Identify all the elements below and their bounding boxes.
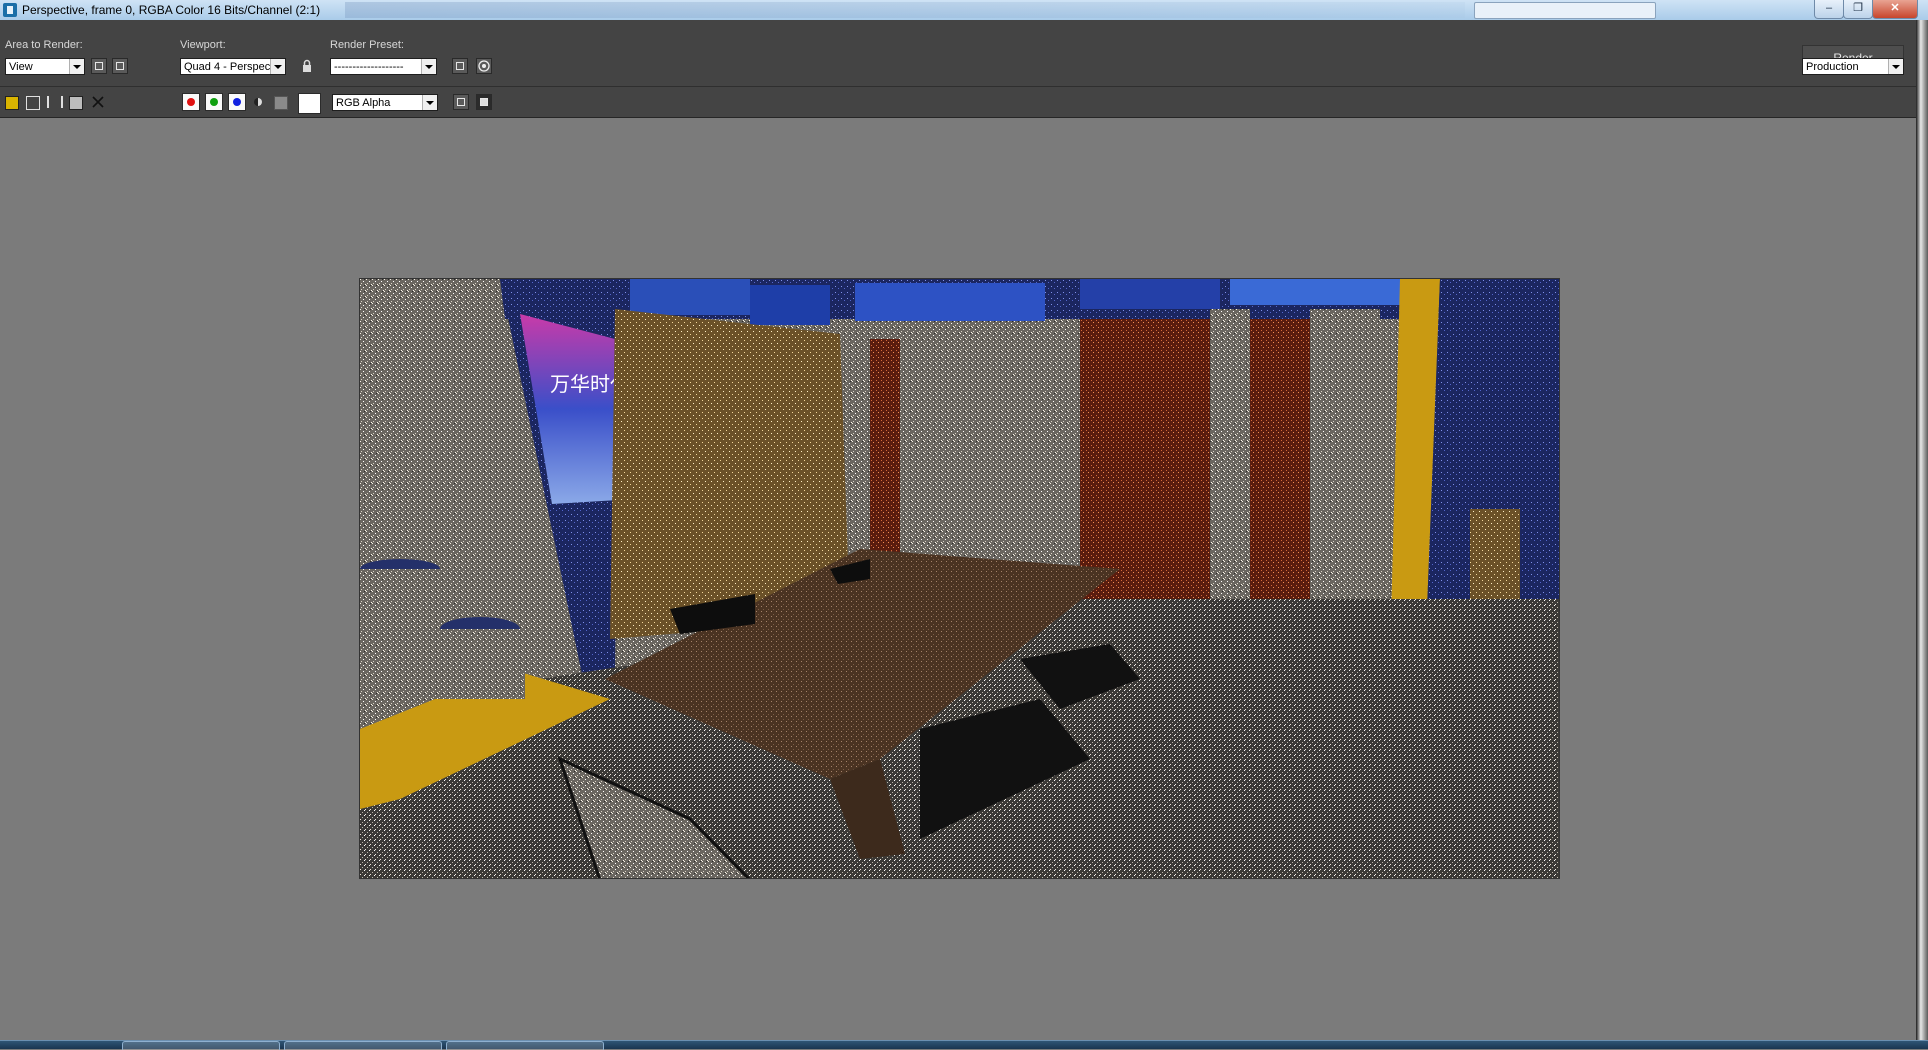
save-image-icon[interactable] [5, 96, 19, 110]
title-bar: Perspective, frame 0, RGBA Color 16 Bits… [0, 0, 1928, 21]
color-swatch[interactable] [298, 93, 321, 114]
clone-window-icon[interactable] [47, 96, 63, 108]
lock-icon[interactable] [299, 58, 315, 74]
background-search-ghost [1474, 2, 1656, 19]
green-dot-icon [210, 98, 218, 106]
display-alpha-icon[interactable] [252, 96, 264, 108]
environment-icon[interactable] [476, 58, 492, 74]
toggle-ui-icon[interactable] [476, 94, 492, 110]
red-channel-toggle[interactable] [182, 93, 200, 111]
auto-region-icon[interactable] [112, 58, 128, 74]
clear-icon[interactable] [92, 96, 104, 108]
rendered-image: 万华时代 [359, 278, 1560, 879]
print-image-icon[interactable] [69, 96, 83, 110]
blue-channel-toggle[interactable] [228, 93, 246, 111]
close-button[interactable]: ✕ [1872, 0, 1918, 19]
viewport-value: Quad 4 - Perspec [184, 61, 271, 73]
edit-region-icon[interactable] [91, 58, 107, 74]
render-preset-label: Render Preset: [330, 39, 404, 51]
background-taskbar-ghost [345, 2, 1465, 18]
toggle-ui-overlays-icon[interactable] [453, 94, 469, 110]
maximize-button[interactable]: ❐ [1843, 0, 1873, 19]
render-preset-value: ------------------- [334, 61, 404, 73]
minimize-button[interactable]: – [1814, 0, 1844, 19]
taskbar-item[interactable] [446, 1041, 604, 1050]
copy-image-icon[interactable] [26, 96, 40, 110]
taskbar-item[interactable] [122, 1041, 280, 1050]
chevron-down-icon [69, 59, 84, 74]
channel-display-dropdown[interactable]: RGB Alpha [332, 94, 438, 111]
viewport-label: Viewport: [180, 39, 226, 51]
channel-display-value: RGB Alpha [336, 97, 391, 109]
monochrome-icon[interactable] [274, 96, 288, 110]
chevron-down-icon [1888, 59, 1903, 74]
render-preview-scene: 万华时代 [360, 279, 1559, 878]
chevron-down-icon [422, 95, 437, 110]
blue-dot-icon [233, 98, 241, 106]
green-channel-toggle[interactable] [205, 93, 223, 111]
area-to-render-value: View [9, 61, 33, 73]
window-title: Perspective, frame 0, RGBA Color 16 Bits… [22, 3, 321, 17]
taskbar-item[interactable] [284, 1041, 442, 1050]
render-preset-dropdown[interactable]: ------------------- [330, 58, 437, 75]
area-to-render-label: Area to Render: [5, 39, 83, 51]
channel-toolbar: RGB Alpha [0, 87, 1916, 118]
app-icon [3, 3, 17, 17]
production-value: Production [1806, 61, 1859, 73]
red-dot-icon [187, 98, 195, 106]
production-dropdown[interactable]: Production [1802, 58, 1904, 75]
chevron-down-icon [270, 59, 285, 74]
render-setup-icon[interactable] [452, 58, 468, 74]
render-controls-panel: Area to Render: View Viewport: Quad 4 - … [0, 20, 1916, 87]
chevron-down-icon [421, 59, 436, 74]
background-window-edge [1916, 20, 1928, 1040]
viewport-dropdown[interactable]: Quad 4 - Perspec [180, 58, 286, 75]
area-to-render-dropdown[interactable]: View [5, 58, 85, 75]
